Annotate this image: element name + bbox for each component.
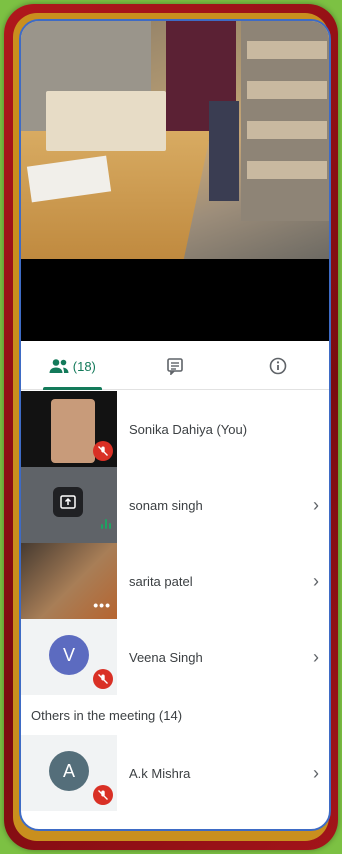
participant-name: A.k Mishra xyxy=(129,765,191,781)
participant-row[interactable]: sonam singh › xyxy=(21,467,329,543)
tab-info[interactable] xyxy=(226,343,329,389)
speaking-indicator-icon xyxy=(101,519,111,529)
participant-row[interactable]: ••• sarita patel › xyxy=(21,543,329,619)
people-count: (18) xyxy=(72,358,96,374)
participant-name: sonam singh xyxy=(129,497,203,513)
participant-name: Sonika Dahiya (You) xyxy=(129,421,248,437)
video-chair xyxy=(209,101,239,201)
chevron-right-icon[interactable]: › xyxy=(303,571,329,592)
meeting-screen: (18) Sonika Dahiya (You) sonam singh › •… xyxy=(19,19,331,831)
presenting-icon xyxy=(53,487,83,517)
participant-video xyxy=(51,399,95,463)
video-books xyxy=(46,91,166,151)
participant-thumbnail: V xyxy=(21,619,117,695)
people-icon xyxy=(49,358,69,374)
participant-name: sarita patel xyxy=(129,573,193,589)
chat-icon xyxy=(166,357,184,375)
side-panel-tabs: (18) xyxy=(21,343,329,390)
info-icon xyxy=(269,357,287,375)
chevron-right-icon[interactable]: › xyxy=(303,647,329,668)
tab-people[interactable]: (18) xyxy=(21,343,124,390)
participant-list: Sonika Dahiya (You) sonam singh › ••• sa… xyxy=(21,391,329,811)
more-dots-icon: ••• xyxy=(93,597,111,613)
mic-off-icon xyxy=(93,785,113,805)
mic-off-icon xyxy=(93,669,113,689)
mic-off-icon xyxy=(93,441,113,461)
participant-thumbnail xyxy=(21,391,117,467)
video-letterbox xyxy=(21,259,329,341)
avatar: A xyxy=(49,751,89,791)
participant-name: Veena Singh xyxy=(129,649,203,665)
participant-thumbnail: ••• xyxy=(21,543,117,619)
participant-thumbnail: A xyxy=(21,735,117,811)
chevron-right-icon[interactable]: › xyxy=(303,495,329,516)
video-bookshelf xyxy=(241,21,329,221)
participant-thumbnail xyxy=(21,467,117,543)
participant-row[interactable]: V Veena Singh › xyxy=(21,619,329,695)
avatar: V xyxy=(49,635,89,675)
chevron-right-icon[interactable]: › xyxy=(303,763,329,784)
tab-chat[interactable] xyxy=(124,343,227,389)
main-video-feed[interactable] xyxy=(21,21,329,259)
participant-row[interactable]: Sonika Dahiya (You) xyxy=(21,391,329,467)
others-section-header: Others in the meeting (14) xyxy=(21,695,329,735)
participant-row[interactable]: A A.k Mishra › xyxy=(21,735,329,811)
